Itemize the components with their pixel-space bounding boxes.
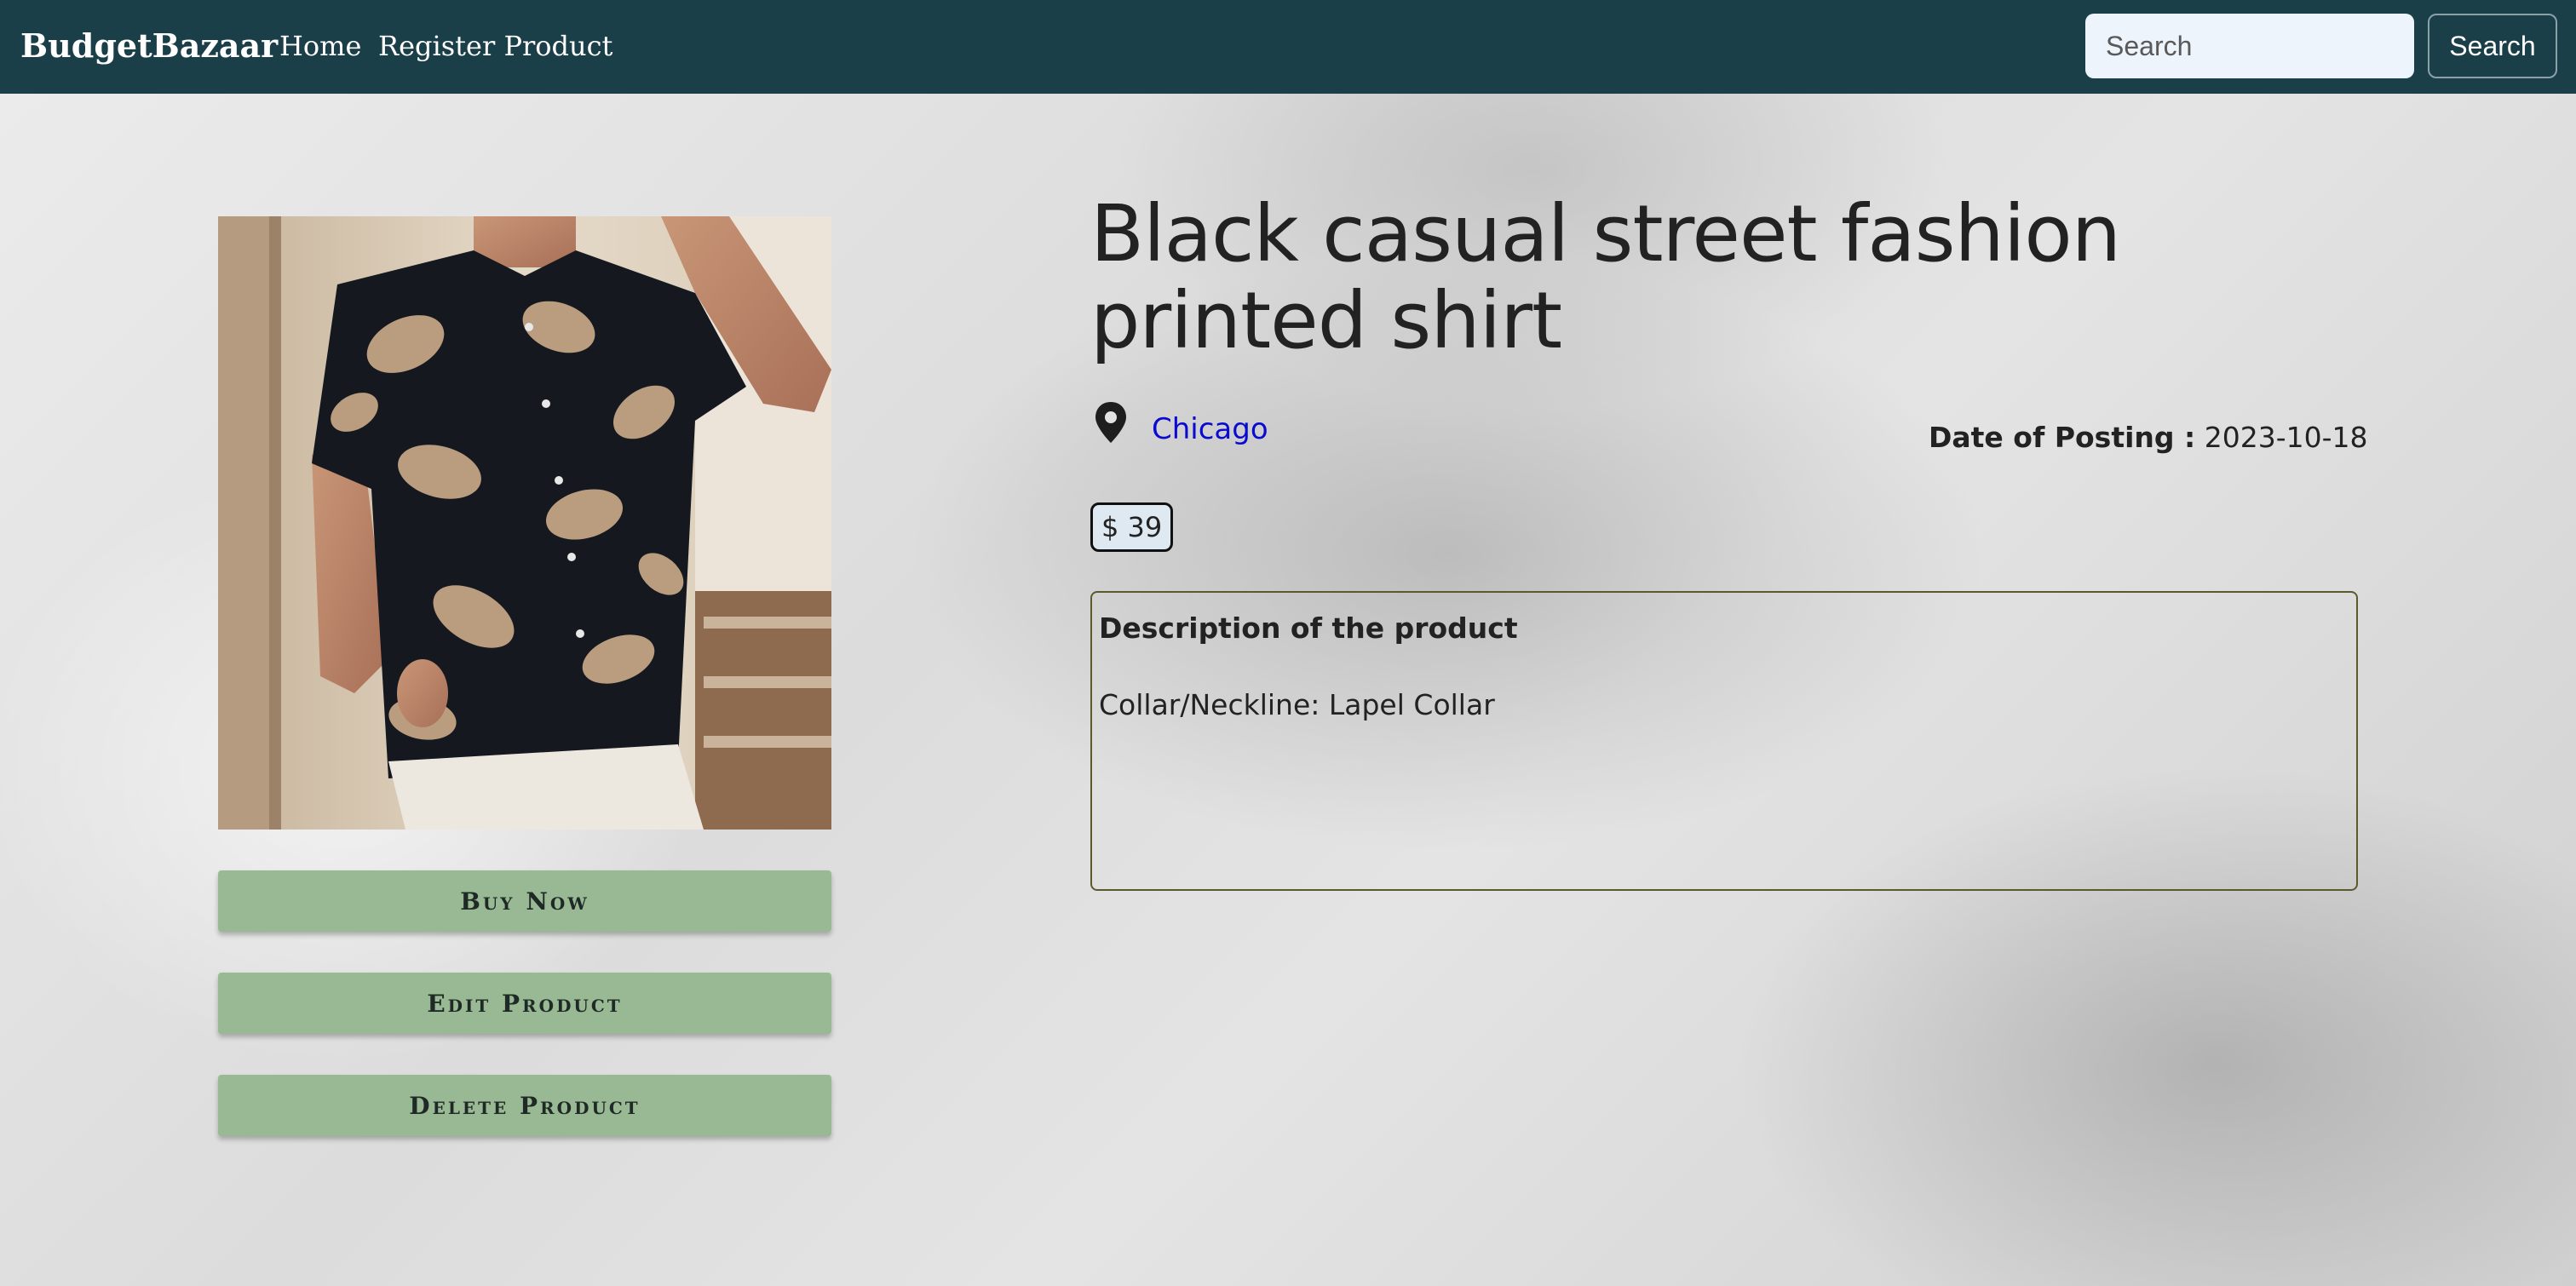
location-pin-icon [1095, 402, 1126, 443]
brand-logo[interactable]: BudgetBazaar [20, 24, 278, 68]
search-button[interactable]: Search [2428, 14, 2557, 78]
buy-now-button[interactable]: Buy Now [218, 870, 831, 932]
nav-link-home[interactable]: Home [279, 26, 361, 66]
edit-product-button[interactable]: Edit Product [218, 973, 831, 1034]
description-heading: Description of the product [1099, 611, 1518, 645]
product-image [218, 216, 831, 830]
nav-link-register-product[interactable]: Register Product [378, 26, 612, 66]
description-box: Description of the product Collar/Neckli… [1090, 591, 2358, 891]
posting-date-value: 2023-10-18 [2204, 421, 2368, 454]
search-input[interactable] [2085, 14, 2414, 78]
price-badge: $ 39 [1090, 502, 1174, 552]
location-link[interactable]: Chicago [1152, 409, 1268, 450]
navbar: BudgetBazaar Home Register Product Searc… [0, 0, 2576, 94]
description-text: Collar/Neckline: Lapel Collar [1099, 688, 1495, 721]
posting-date: Date of Posting : 2023-10-18 [1929, 417, 2368, 458]
product-title: Black casual street fashion printed shir… [1090, 188, 2121, 366]
delete-product-button[interactable]: Delete Product [218, 1075, 831, 1136]
posting-date-label: Date of Posting : [1929, 421, 2196, 454]
